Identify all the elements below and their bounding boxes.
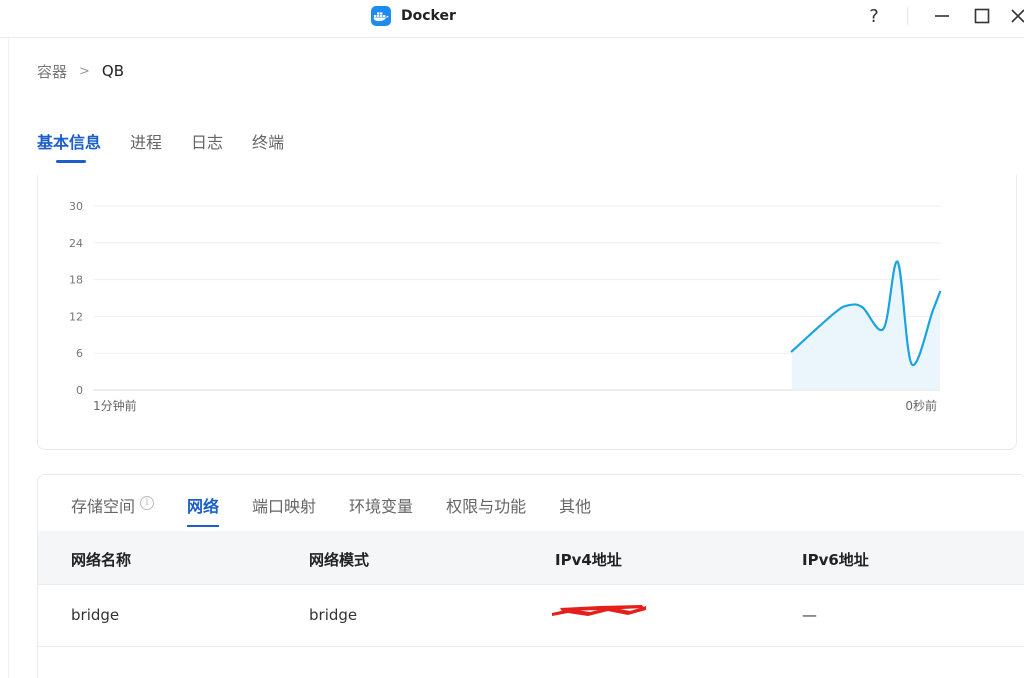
column-network-name: 网络名称 <box>71 551 132 569</box>
tab-permissions[interactable]: 权限与功能 <box>446 493 526 527</box>
window-divider <box>907 7 908 25</box>
table-row: bridge bridge — <box>38 585 1024 647</box>
y-tick-label: 0 <box>76 384 83 397</box>
maximize-icon <box>974 8 990 24</box>
detail-tabs: 存储空间 i 网络 端口映射 环境变量 权限与功能 其他 <box>71 493 624 527</box>
table-header: 网络名称 网络模式 IPv4地址 IPv6地址 <box>38 531 1024 585</box>
tab-processes[interactable]: 进程 <box>130 129 162 163</box>
usage-chart-card: 0 6 12 18 24 30 1分钟前 0秒前 <box>37 175 1017 450</box>
y-tick-label: 18 <box>69 274 83 287</box>
cell-ipv6: — <box>802 606 817 624</box>
usage-chart: 0 6 12 18 24 30 1分钟前 0秒前 <box>69 200 942 413</box>
tab-port-mapping[interactable]: 端口映射 <box>252 493 316 527</box>
minimize-icon <box>935 15 949 17</box>
left-border <box>8 38 9 678</box>
container-tabs: 基本信息 进程 日志 终端 <box>37 129 313 165</box>
y-tick-label: 12 <box>69 310 83 323</box>
y-tick-label: 30 <box>69 200 83 213</box>
minimize-button[interactable] <box>932 4 952 28</box>
tab-network[interactable]: 网络 <box>187 493 220 527</box>
column-ipv4: IPv4地址 <box>555 551 622 569</box>
help-button[interactable]: ? <box>864 4 884 28</box>
docker-icon <box>371 6 391 26</box>
maximize-button[interactable] <box>972 4 992 28</box>
tab-other[interactable]: 其他 <box>559 493 591 527</box>
tab-env-vars[interactable]: 环境变量 <box>349 493 413 527</box>
title-bar: Docker ? <box>0 0 1024 38</box>
tab-storage-label: 存储空间 <box>71 497 136 516</box>
close-button[interactable] <box>1010 4 1024 28</box>
y-tick-label: 24 <box>69 237 83 250</box>
cell-network-name: bridge <box>71 606 120 624</box>
y-tick-label: 6 <box>76 347 83 360</box>
detail-card: 存储空间 i 网络 端口映射 环境变量 权限与功能 其他 网络名称 网络模式 I… <box>37 474 1024 678</box>
breadcrumb: 容器 > QB <box>37 60 124 82</box>
x-label-start: 1分钟前 <box>93 398 137 413</box>
column-ipv6: IPv6地址 <box>802 551 869 569</box>
info-icon[interactable]: i <box>140 496 155 510</box>
tab-terminal[interactable]: 终端 <box>252 129 284 163</box>
x-label-end: 0秒前 <box>905 398 937 413</box>
breadcrumb-current: QB <box>101 62 125 80</box>
series-area <box>791 261 940 390</box>
app-name: Docker <box>401 8 456 24</box>
tab-basic-info[interactable]: 基本信息 <box>37 129 101 163</box>
close-icon <box>1011 9 1024 23</box>
breadcrumb-containers-link[interactable]: 容器 <box>37 61 67 82</box>
tab-logs[interactable]: 日志 <box>191 129 223 163</box>
column-network-mode: 网络模式 <box>309 551 370 569</box>
tab-storage[interactable]: 存储空间 i <box>71 493 155 527</box>
redaction-mark <box>552 605 646 616</box>
app-title: Docker <box>371 6 456 26</box>
breadcrumb-separator: > <box>79 63 90 79</box>
cell-network-mode: bridge <box>309 606 358 624</box>
